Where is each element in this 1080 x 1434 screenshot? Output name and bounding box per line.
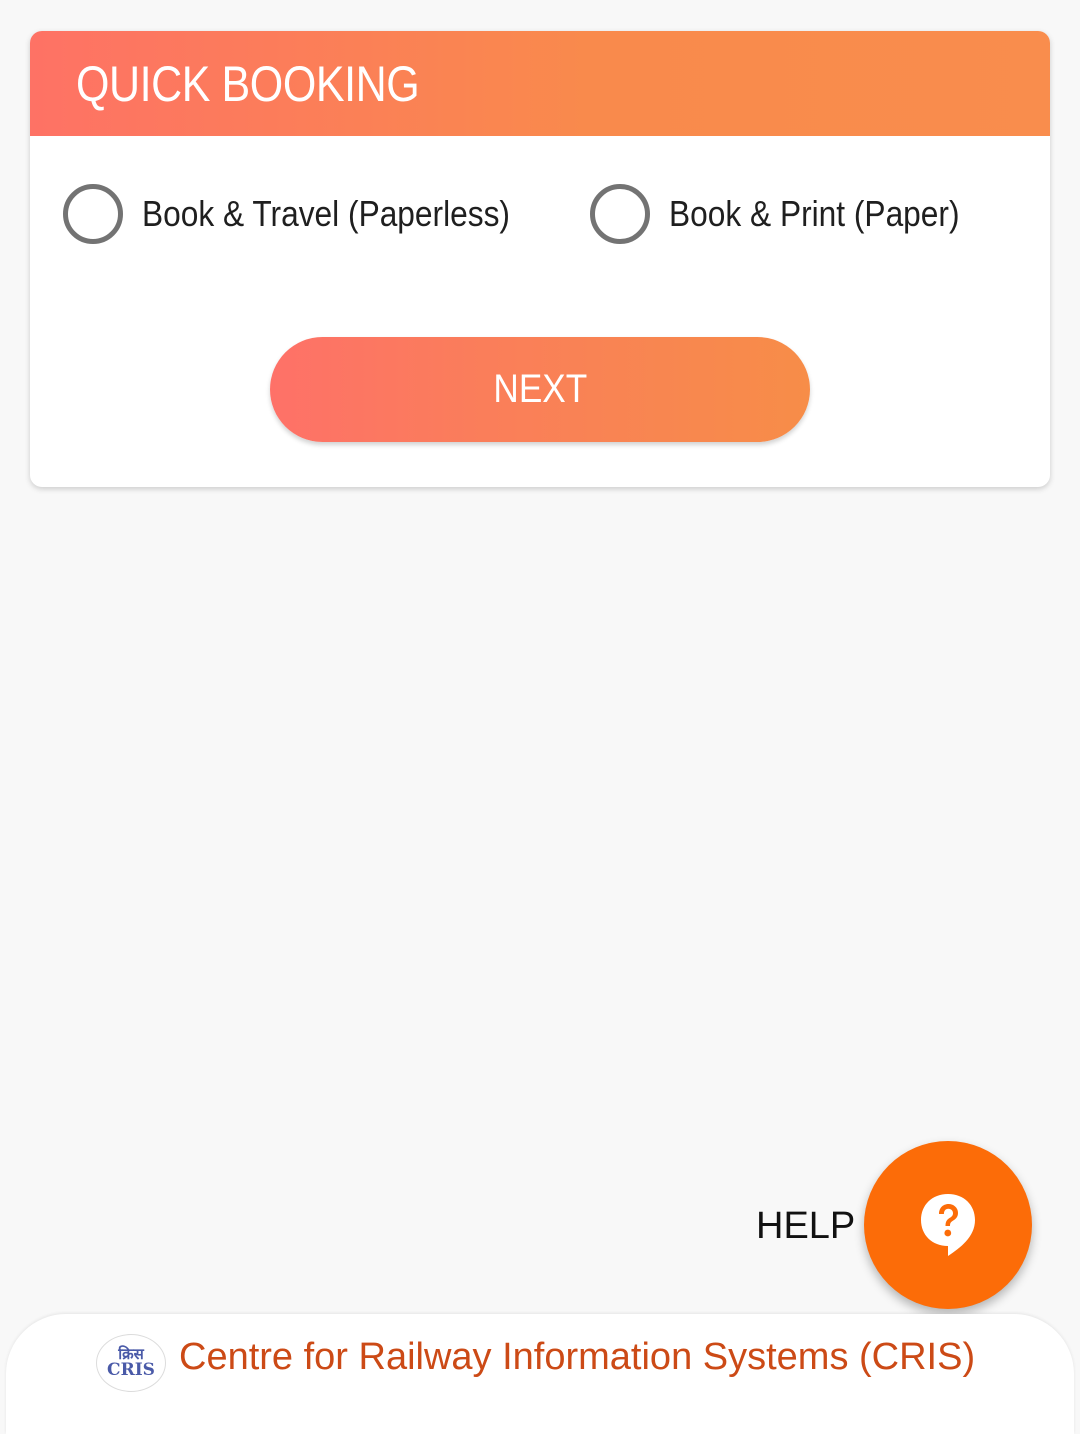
cris-logo: क्रिस CRIS [96,1334,166,1392]
footer: क्रिस CRIS Centre for Railway Informatio… [6,1314,1074,1434]
footer-org-name: Centre for Railway Information Systems (… [179,1336,976,1378]
card-title: QUICK BOOKING [76,55,420,112]
cris-logo-text: CRIS [107,1360,155,1380]
radio-label: Book & Travel (Paperless) [142,193,510,234]
card-header: QUICK BOOKING [30,31,1050,136]
next-button[interactable]: NEXT [270,337,810,442]
radio-option-paperless[interactable]: Book & Travel (Paperless) [63,184,560,244]
radio-button[interactable] [590,184,650,244]
help-fab-button[interactable] [864,1141,1032,1309]
booking-type-radio-group: Book & Travel (Paperless) Book & Print (… [30,136,1050,296]
radio-option-paper[interactable]: Book & Print (Paper) [590,184,999,244]
help-label: HELP [756,1205,856,1247]
help-chat-icon [921,1194,975,1256]
next-button-label: NEXT [493,367,587,411]
quick-booking-card: QUICK BOOKING Book & Travel (Paperless) … [30,31,1050,487]
radio-button[interactable] [63,184,123,244]
radio-label: Book & Print (Paper) [669,193,960,234]
